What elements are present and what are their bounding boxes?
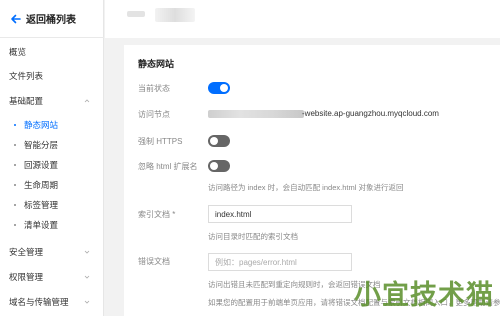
sidebar-item-label: 安全管理 [9, 247, 44, 257]
top-header [105, 0, 500, 38]
sidebar-item-label: 权限管理 [9, 272, 44, 282]
index-hint: 访问目录时匹配的索引文档 [208, 232, 298, 241]
https-label: 强制 HTTPS [138, 137, 183, 146]
status-toggle[interactable] [208, 82, 230, 94]
error-label: 错误文档 [138, 257, 170, 266]
endpoint-value: -website.ap-guangzhou.myqcloud.com [302, 109, 439, 118]
index-document-input[interactable]: index.html [208, 205, 352, 223]
sidebar: 返回桶列表 概览 文件列表 基础配置 静态网站 智能分层 回源设置 生命周期 标… [0, 0, 104, 316]
sidebar-item-permissions[interactable]: 权限管理 [0, 267, 104, 287]
sidebar-item-label: 基础配置 [9, 96, 44, 106]
redacted-bucket-name [127, 11, 145, 17]
redacted-bucket-info [155, 8, 195, 22]
sidebar-item-domain-transfer[interactable]: 域名与传输管理 [0, 292, 104, 312]
sidebar-item-inventory-settings[interactable]: 清单设置 [0, 215, 104, 235]
status-label: 当前状态 [138, 84, 170, 93]
https-toggle[interactable] [208, 135, 230, 147]
sidebar-item-label: 文件列表 [9, 71, 44, 81]
bullet-dot [14, 124, 16, 126]
sidebar-item-security[interactable]: 安全管理 [0, 242, 104, 262]
arrow-left-icon [11, 14, 21, 23]
redacted-endpoint-prefix [208, 110, 304, 118]
error-document-input[interactable]: 例如：pages/error.html [208, 253, 352, 271]
watermark: 小宜技术猫 [354, 280, 494, 311]
back-label: 返回桶列表 [26, 15, 76, 26]
endpoint-label: 访问节点 [138, 110, 170, 119]
sidebar-item-label: 智能分层 [24, 140, 59, 150]
bullet-dot [14, 224, 16, 226]
chevron-down-icon [84, 250, 90, 254]
toggle-knob [210, 137, 218, 145]
sidebar-item-label: 生命周期 [24, 180, 59, 190]
sidebar-item-lifecycle[interactable]: 生命周期 [0, 175, 104, 195]
chevron-down-icon [84, 275, 90, 279]
chevron-up-icon [84, 99, 90, 103]
sidebar-item-static-website[interactable]: 静态网站 [0, 115, 104, 135]
sidebar-item-basic-config[interactable]: 基础配置 [0, 91, 104, 111]
bullet-dot [14, 204, 16, 206]
bullet-dot [14, 164, 16, 166]
sidebar-item-intelligent-tiering[interactable]: 智能分层 [0, 135, 104, 155]
bullet-dot [14, 144, 16, 146]
sidebar-item-label: 回源设置 [24, 160, 59, 170]
sidebar-item-label: 静态网站 [24, 120, 59, 130]
index-label: 索引文档 * [138, 210, 176, 219]
bullet-dot [14, 184, 16, 186]
sidebar-item-label: 域名与传输管理 [9, 297, 69, 307]
sidebar-item-overview[interactable]: 概览 [0, 42, 104, 62]
sidebar-item-label: 概览 [9, 47, 27, 57]
ignore-html-label: 忽略 html 扩展名 [138, 162, 198, 171]
ignore-html-toggle[interactable] [208, 160, 230, 172]
sidebar-item-origin-settings[interactable]: 回源设置 [0, 155, 104, 175]
back-to-bucket-list[interactable]: 返回桶列表 [0, 0, 104, 38]
sidebar-item-tag-management[interactable]: 标签管理 [0, 195, 104, 215]
sidebar-item-file-list[interactable]: 文件列表 [0, 66, 104, 86]
toggle-knob [220, 84, 228, 92]
chevron-down-icon [84, 300, 90, 304]
sidebar-item-label: 清单设置 [24, 220, 59, 230]
toggle-knob [210, 162, 218, 170]
ignore-html-hint: 访问路径为 index 时，会自动匹配 index.html 对象进行返回 [208, 183, 404, 192]
page-title: 静态网站 [138, 59, 175, 69]
sidebar-item-label: 标签管理 [24, 200, 59, 210]
